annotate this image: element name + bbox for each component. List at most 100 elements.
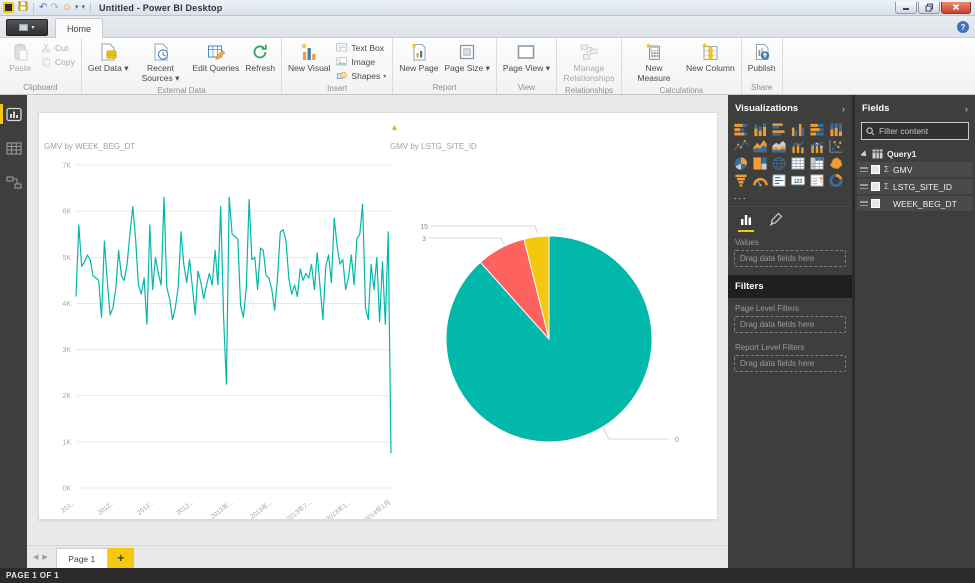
smiley-feedback-icon[interactable]: ☺ <box>62 3 72 13</box>
page-size-button[interactable]: Page Size ▾ <box>442 40 493 75</box>
fields-header[interactable]: Fields › <box>855 95 975 120</box>
svg-text:123: 123 <box>793 179 802 185</box>
ribbon-group-report: New PagePage Size ▾Report <box>393 38 497 94</box>
copy-button[interactable]: Copy <box>37 55 78 69</box>
field-row-gmv[interactable]: ΣGMV <box>857 162 973 177</box>
viz-type-gauge-icon[interactable] <box>751 173 768 188</box>
filter-dropzone[interactable]: Drag data fields here <box>734 316 846 333</box>
fields-tab[interactable] <box>738 211 754 232</box>
tab-home[interactable]: Home <box>55 18 103 38</box>
filter-dropzone[interactable]: Drag data fields here <box>734 355 846 372</box>
qat-menu-caret-icon[interactable]: ▾ <box>82 3 86 13</box>
viz-type-treemap-icon[interactable] <box>751 156 768 171</box>
viz-type-card-icon[interactable]: 123 <box>789 173 806 188</box>
drag-grip-icon <box>860 184 868 189</box>
save-icon[interactable] <box>18 1 28 14</box>
viz-type-scatter-icon[interactable] <box>827 139 844 154</box>
new-page-button[interactable]: New Page <box>396 40 441 75</box>
add-page-button[interactable]: + <box>108 548 134 568</box>
redo-icon[interactable]: ↷ <box>50 3 58 13</box>
viz-type-funnel-icon[interactable] <box>732 173 749 188</box>
rail-report-view[interactable] <box>0 103 27 125</box>
viz-type-donut-icon[interactable] <box>827 173 844 188</box>
get-data-button[interactable]: Get Data ▾ <box>85 40 132 75</box>
shapes-button[interactable]: Shapes▾ <box>333 69 389 83</box>
svg-text:3: 3 <box>422 236 426 243</box>
report-canvas[interactable]: 0K1K2K3K4K5K6K7K201...2012...2012...2012… <box>27 95 728 545</box>
new-column-button[interactable]: New Column <box>683 40 738 75</box>
field-checkbox[interactable] <box>871 199 880 208</box>
svg-text:3K: 3K <box>62 347 71 354</box>
page-view-button[interactable]: Page View ▾ <box>500 40 553 75</box>
visualizations-header[interactable]: Visualizations › <box>728 95 852 120</box>
viz-type-filled-map-icon[interactable] <box>827 156 844 171</box>
help-icon[interactable]: ? <box>957 21 969 33</box>
ribbon-group-external-data: Get Data ▾Recent Sources ▾Edit QueriesRe… <box>82 38 282 94</box>
main-area: 0K1K2K3K4K5K6K7K201...2012...2012...2012… <box>0 95 975 568</box>
svg-text:2013年7...: 2013年7... <box>284 497 313 519</box>
manage-relationships-label: Manage Relationships <box>563 63 615 83</box>
smiley-caret-icon[interactable]: ▾ <box>75 3 79 13</box>
viz-type-slicer-icon[interactable] <box>808 173 825 188</box>
format-tab[interactable] <box>768 211 784 232</box>
viz-type-stacked-column-icon[interactable] <box>751 122 768 137</box>
publish-button[interactable]: Publish <box>745 40 779 75</box>
cut-button[interactable]: Cut <box>37 41 78 55</box>
viz-more-button[interactable]: ... <box>732 190 848 204</box>
canvas-column: 0K1K2K3K4K5K6K7K201...2012...2012...2012… <box>27 95 728 568</box>
field-row-week_beg_dt[interactable]: WEEK_BEG_DT <box>857 196 973 211</box>
viz-type-stacked-bar-icon[interactable] <box>732 122 749 137</box>
viz-type-multi-row-card-icon[interactable] <box>770 173 787 188</box>
fields-panel: Fields › Filter content Query1ΣGMV ΣLSTG_… <box>855 95 975 568</box>
undo-icon[interactable]: ↶ <box>39 3 47 13</box>
new-visual-button[interactable]: New Visual <box>285 40 333 75</box>
warning-icon[interactable]: ▲! <box>390 123 399 132</box>
new-measure-button[interactable]: New Measure <box>625 40 683 85</box>
edit-queries-icon <box>206 42 226 62</box>
prev-page-icon[interactable]: ◀ <box>33 553 38 561</box>
viz-type-line-icon[interactable] <box>732 139 749 154</box>
report-page[interactable]: 0K1K2K3K4K5K6K7K201...2012...2012...2012… <box>38 112 718 520</box>
page-tab[interactable]: Page 1 <box>56 548 108 568</box>
close-button[interactable] <box>941 2 971 14</box>
svg-text:1K: 1K <box>62 439 71 446</box>
field-search-input[interactable]: Filter content <box>861 122 969 140</box>
viz-type-clustered-bar-icon[interactable] <box>770 122 787 137</box>
viz-type-matrix-icon[interactable] <box>808 156 825 171</box>
page-size-label: Page Size ▾ <box>445 63 490 73</box>
viz-type-clustered-column-icon[interactable] <box>789 122 806 137</box>
image-label: Image <box>351 57 375 67</box>
edit-queries-button[interactable]: Edit Queries <box>190 40 243 75</box>
viz-type-area-icon[interactable] <box>751 139 768 154</box>
page-view-label: Page View ▾ <box>503 63 550 73</box>
table-node-query1[interactable]: Query1 <box>855 146 975 162</box>
rail-data-view[interactable] <box>0 137 27 159</box>
field-checkbox[interactable] <box>871 165 880 174</box>
viz-type-pie-icon[interactable] <box>732 156 749 171</box>
viz-type-stacked-area-icon[interactable] <box>770 139 787 154</box>
collapse-chevron-icon[interactable]: › <box>842 104 845 114</box>
image-button[interactable]: Image <box>333 55 389 69</box>
text-box-button[interactable]: Text Box <box>333 41 389 55</box>
visualizations-title: Visualizations <box>735 103 798 114</box>
viz-type-table-icon[interactable] <box>789 156 806 171</box>
field-checkbox[interactable] <box>871 182 880 191</box>
manage-relationships-button[interactable]: Manage Relationships <box>560 40 618 85</box>
minimize-button[interactable] <box>895 2 917 14</box>
paste-button[interactable]: Paste <box>3 40 37 75</box>
restore-button[interactable] <box>918 2 940 14</box>
viz-type-line-stacked-column-icon[interactable] <box>808 139 825 154</box>
rail-relationships-view[interactable] <box>0 171 27 193</box>
next-page-icon[interactable]: ▶ <box>42 553 47 561</box>
viz-type-line-clustered-column-icon[interactable] <box>789 139 806 154</box>
collapse-chevron-icon[interactable]: › <box>965 104 968 114</box>
page-view-icon <box>516 42 536 62</box>
field-row-lstg_site_id[interactable]: ΣLSTG_SITE_ID <box>857 179 973 194</box>
file-menu-button[interactable]: ▾ <box>6 19 48 36</box>
recent-sources-button[interactable]: Recent Sources ▾ <box>132 40 190 85</box>
refresh-button[interactable]: Refresh <box>242 40 278 75</box>
values-dropzone[interactable]: Drag data fields here <box>734 250 846 267</box>
viz-type-map-icon[interactable] <box>770 156 787 171</box>
viz-type-100-stacked-column-icon[interactable] <box>827 122 844 137</box>
viz-type-100-stacked-bar-icon[interactable] <box>808 122 825 137</box>
